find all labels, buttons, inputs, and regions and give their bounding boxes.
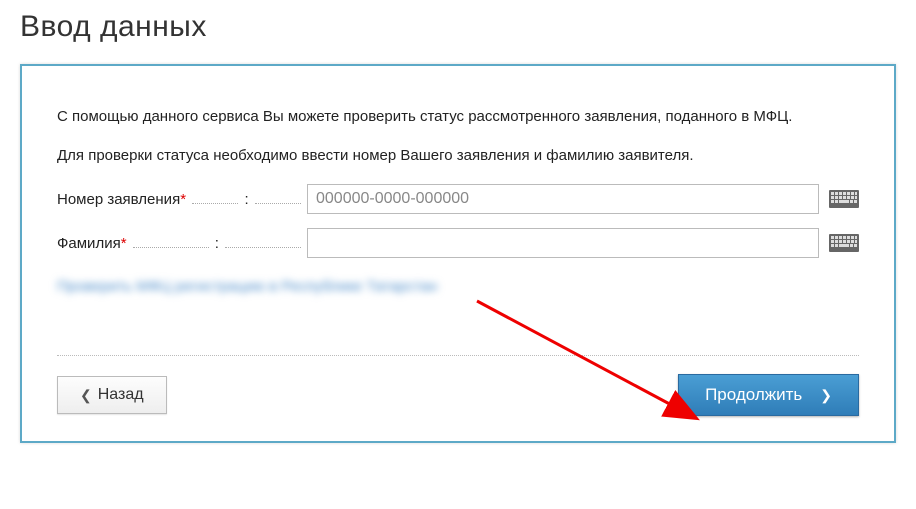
back-button[interactable]: ❮ Назад [57, 376, 167, 414]
divider [57, 355, 859, 356]
page-title: Ввод данных [20, 10, 896, 44]
surname-input[interactable] [307, 228, 819, 258]
dotted-leader [225, 247, 301, 248]
label-surname: Фамилия* : [57, 235, 307, 252]
annotation-arrow-icon [472, 296, 732, 446]
required-marker: * [180, 191, 186, 208]
continue-button-label: Продолжить [705, 385, 802, 405]
back-button-label: Назад [98, 386, 144, 404]
dotted-leader [255, 203, 301, 204]
keyboard-icon[interactable] [829, 234, 859, 252]
continue-button[interactable]: Продолжить ❯ [678, 374, 859, 416]
intro-text-2: Для проверки статуса необходимо ввести н… [57, 145, 859, 166]
chevron-right-icon: ❯ [820, 387, 832, 404]
dotted-leader [192, 203, 238, 204]
label-application-number: Номер заявления* : [57, 191, 307, 208]
keyboard-icon[interactable] [829, 190, 859, 208]
row-application-number: Номер заявления* : [57, 184, 859, 214]
label-application-number-text: Номер заявления [57, 191, 180, 208]
intro-text-1: С помощью данного сервиса Вы можете пров… [57, 106, 859, 127]
label-surname-text: Фамилия [57, 235, 121, 252]
chevron-left-icon: ❮ [80, 387, 92, 404]
row-surname: Фамилия* : [57, 228, 859, 258]
dotted-leader [133, 247, 209, 248]
colon: : [244, 191, 248, 208]
button-row: ❮ Назад Продолжить ❯ [57, 374, 859, 416]
required-marker: * [121, 235, 127, 252]
form-panel: С помощью данного сервиса Вы можете пров… [20, 64, 896, 443]
colon: : [215, 235, 219, 252]
blurred-link: Проверить МФЦ регистрацию в Республике Т… [57, 278, 859, 295]
application-number-input[interactable] [307, 184, 819, 214]
